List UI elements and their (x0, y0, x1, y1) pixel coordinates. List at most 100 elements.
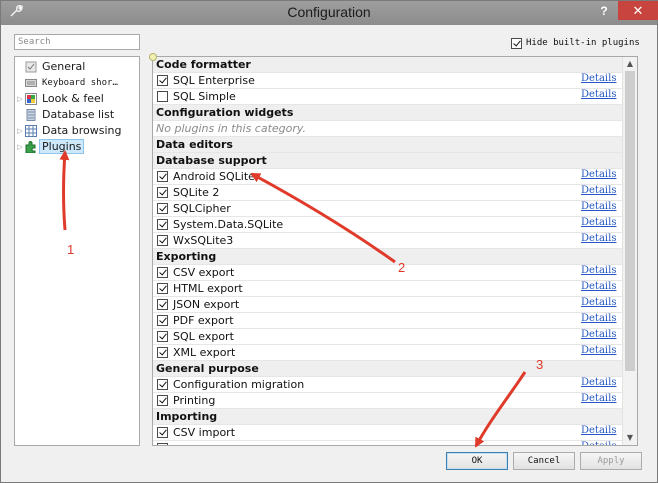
plugin-name: Configuration migration (173, 378, 305, 391)
plugin-checkbox[interactable] (157, 427, 168, 438)
checkbox-icon (25, 61, 37, 73)
plugin-row[interactable]: SQL Simple Details (153, 89, 623, 105)
plugin-name: PDF export (173, 314, 234, 327)
plugin-list-scrollbar[interactable]: ▲ ▼ (622, 57, 637, 445)
plugin-name: WxSQLite3 (173, 234, 234, 247)
hide-builtin-toggle[interactable]: Hide built-in plugins (511, 36, 640, 50)
expand-arrow-icon[interactable]: ▷ (15, 95, 25, 103)
plugin-checkbox[interactable] (157, 299, 168, 310)
tree-item[interactable]: Keyboard shor… (15, 75, 118, 90)
tree-item[interactable]: Database list (15, 107, 114, 122)
plugin-row[interactable]: Details (153, 441, 623, 445)
plugin-details-link[interactable]: Details (581, 89, 616, 100)
plugin-checkbox[interactable] (157, 187, 168, 198)
plugin-details-link[interactable]: Details (581, 233, 616, 244)
plugin-details-link[interactable]: Details (581, 377, 616, 388)
category-label: Database support (156, 154, 267, 167)
category-label: Importing (156, 410, 218, 423)
cancel-button[interactable]: Cancel (513, 452, 575, 470)
plugin-list: Code formatter SQL Enterprise Details SQL S… (152, 56, 638, 446)
plugin-row[interactable]: SQLite 2 Details (153, 185, 623, 201)
plugin-row[interactable]: HTML export Details (153, 281, 623, 297)
plugin-checkbox[interactable] (157, 75, 168, 86)
plugin-row[interactable]: PDF export Details (153, 313, 623, 329)
title-bar[interactable]: Configuration ? ✕ (1, 1, 658, 25)
plugin-checkbox[interactable] (157, 443, 168, 445)
plugin-checkbox[interactable] (157, 379, 168, 390)
plugin-details-link[interactable]: Details (581, 201, 616, 212)
plugin-details-link[interactable]: Details (581, 169, 616, 180)
plugin-row[interactable]: Printing Details (153, 393, 623, 409)
splitter-handle[interactable] (149, 53, 157, 61)
plugin-details-link[interactable]: Details (581, 441, 616, 445)
category-tree: General Keyboard shor… ▷ Look & feel Databas… (14, 56, 140, 446)
plugin-details-link[interactable]: Details (581, 313, 616, 324)
search-input[interactable] (14, 34, 140, 50)
plugin-details-link[interactable]: Details (581, 265, 616, 276)
plugin-row[interactable]: SQLCipher Details (153, 201, 623, 217)
configuration-window: Configuration ? ✕ Hide built-in plugins … (0, 0, 658, 483)
plugin-checkbox[interactable] (157, 331, 168, 342)
plugin-checkbox[interactable] (157, 267, 168, 278)
close-button[interactable]: ✕ (618, 1, 658, 20)
scroll-up-icon[interactable]: ▲ (623, 57, 637, 71)
plugin-details-link[interactable]: Details (581, 345, 616, 356)
annotation-number-3: 3 (536, 357, 544, 372)
plugin-row[interactable]: Android SQLite Details (153, 169, 623, 185)
scroll-down-icon[interactable]: ▼ (623, 431, 637, 445)
tree-item[interactable]: ▷ Data browsing (15, 123, 122, 138)
plugin-row[interactable]: System.Data.SQLite Details (153, 217, 623, 233)
tree-item[interactable]: ▷ Plugins (15, 139, 85, 154)
plugin-name: XML export (173, 346, 236, 359)
plugin-details-link[interactable]: Details (581, 185, 616, 196)
expand-arrow-icon[interactable]: ▷ (15, 143, 25, 151)
plugin-checkbox[interactable] (157, 283, 168, 294)
plugin-row[interactable]: XML export Details (153, 345, 623, 361)
plugin-details-link[interactable]: Details (581, 217, 616, 228)
plugin-details-link[interactable]: Details (581, 393, 616, 404)
plugin-details-link[interactable]: Details (581, 281, 616, 292)
plugin-name: SQL Simple (173, 90, 236, 103)
plugin-name: SQLCipher (173, 202, 231, 215)
plugin-row[interactable]: SQL export Details (153, 329, 623, 345)
expand-arrow-icon[interactable]: ▷ (15, 127, 25, 135)
plugin-row[interactable]: SQL Enterprise Details (153, 73, 623, 89)
tree-item-label: General (42, 60, 86, 73)
plugin-checkbox[interactable] (157, 203, 168, 214)
plugin-category-header: Configuration widgets (153, 105, 623, 121)
plugin-checkbox[interactable] (157, 347, 168, 358)
table-icon (25, 124, 37, 137)
plugin-checkbox[interactable] (157, 91, 168, 102)
tree-item[interactable]: General (15, 59, 85, 74)
plugin-details-link[interactable]: Details (581, 329, 616, 340)
plugin-checkbox[interactable] (157, 315, 168, 326)
plugin-category-header: Importing (153, 409, 623, 425)
plugin-category-header: Database support (153, 153, 623, 169)
plugin-name: CSV import (173, 426, 236, 439)
tree-item-label: Data browsing (42, 124, 122, 137)
plugin-row[interactable]: JSON export Details (153, 297, 623, 313)
apply-button[interactable]: Apply (580, 452, 642, 470)
hide-builtin-checkbox[interactable] (511, 37, 522, 49)
ok-button[interactable]: OK (446, 452, 508, 470)
tree-item[interactable]: ▷ Look & feel (15, 91, 104, 106)
plugin-checkbox[interactable] (157, 395, 168, 406)
plugin-row[interactable]: CSV export Details (153, 265, 623, 281)
plugin-name: SQLite 2 (173, 186, 220, 199)
help-button[interactable]: ? (593, 2, 615, 20)
database-icon (25, 108, 37, 121)
plugin-row[interactable]: CSV import Details (153, 425, 623, 441)
plugin-details-link[interactable]: Details (581, 297, 616, 308)
plugin-checkbox[interactable] (157, 219, 168, 230)
annotation-number-1: 1 (67, 242, 75, 257)
plugin-details-link[interactable]: Details (581, 425, 616, 436)
tree-item-label: Look & feel (42, 92, 104, 105)
plugin-row[interactable]: WxSQLite3 Details (153, 233, 623, 249)
plugin-checkbox[interactable] (157, 171, 168, 182)
scroll-thumb[interactable] (625, 71, 635, 371)
tree-item-label: Plugins (39, 139, 85, 154)
plugin-row[interactable]: Configuration migration Details (153, 377, 623, 393)
plugin-details-link[interactable]: Details (581, 73, 616, 84)
category-label: Data editors (156, 138, 233, 151)
plugin-checkbox[interactable] (157, 235, 168, 246)
